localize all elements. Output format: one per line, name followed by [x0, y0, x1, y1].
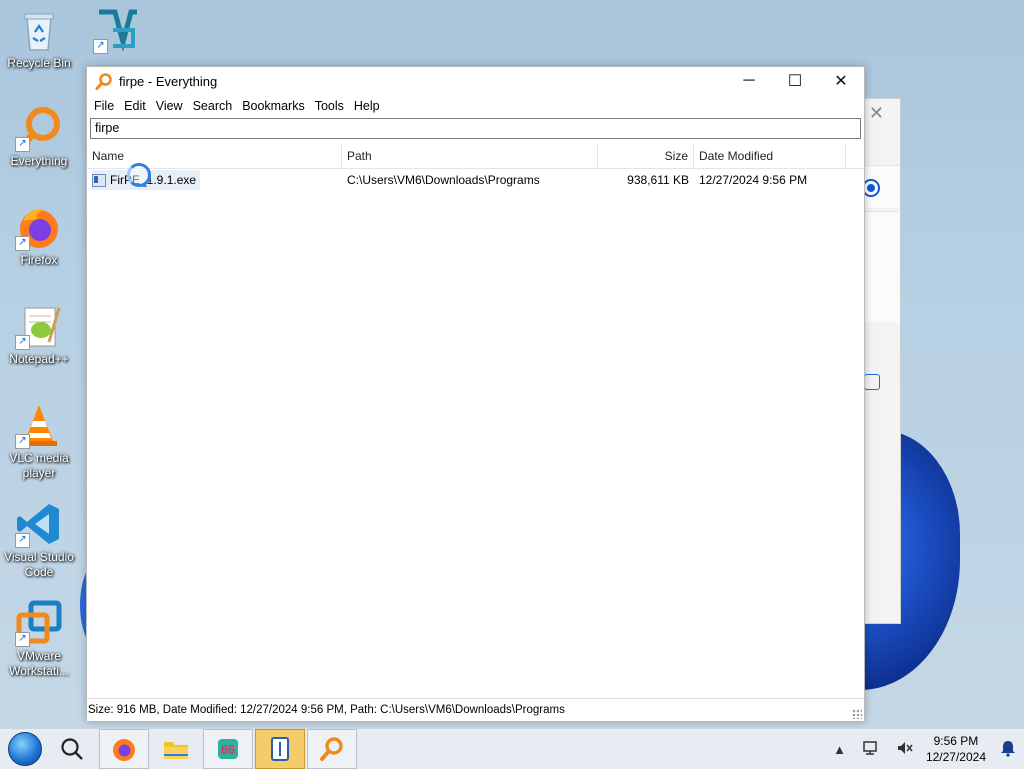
column-header-name[interactable]: Name [87, 144, 342, 168]
svg-text:86: 86 [221, 742, 235, 757]
expand-icon[interactable] [864, 374, 880, 390]
start-button[interactable] [5, 729, 45, 769]
menu-file[interactable]: File [89, 99, 119, 113]
search-icon [61, 738, 83, 760]
app-icon: 86 [218, 739, 238, 759]
taskbar-file-explorer[interactable] [151, 729, 201, 769]
firefox-icon: ↗ [15, 203, 63, 251]
desktop-icon-vmware[interactable]: ↗ VMware Workstati... [0, 599, 78, 679]
busy-cursor-icon [127, 163, 151, 187]
clock-time: 9:56 PM [933, 734, 979, 748]
menu-view[interactable]: View [151, 99, 188, 113]
desktop-icon-firefox[interactable]: ↗ Firefox [0, 203, 78, 268]
column-header-size[interactable]: Size [598, 144, 694, 168]
close-button[interactable]: ✕ [818, 67, 864, 95]
shortcut-arrow-icon: ↗ [15, 335, 30, 350]
window-title: firpe - Everything [119, 73, 218, 89]
volume-muted-icon[interactable] [896, 740, 914, 759]
menu-edit[interactable]: Edit [119, 99, 151, 113]
everything-window: firpe - Everything ─ ☐ ✕ File Edit View … [86, 66, 865, 722]
greenshot-icon: ↗ [93, 6, 141, 54]
network-icon[interactable] [862, 740, 880, 759]
status-text: Size: 916 MB, Date Modified: 12/27/2024 … [88, 704, 565, 716]
result-path: C:\Users\VM6\Downloads\Programs [347, 173, 540, 187]
system-tray: ▲ 9:56 PM 12/27/2024 [825, 729, 1024, 769]
resize-grip-icon[interactable] [852, 709, 862, 719]
result-name-cell: FirPE_1.9.1.exe [87, 170, 342, 190]
taskbar-firefox[interactable] [99, 729, 149, 769]
taskbar-everything[interactable] [307, 729, 357, 769]
result-size: 938,611 KB [627, 173, 689, 187]
column-header-path[interactable]: Path [342, 144, 598, 168]
clock[interactable]: 9:56 PM 12/27/2024 [926, 733, 986, 765]
desktop-icon-label: Visual Studio Code [4, 550, 74, 579]
desktop-icon-greenshot[interactable]: ↗ [78, 6, 156, 56]
everything-icon: ↗ [15, 104, 63, 152]
vlc-cone-icon: ↗ [15, 401, 63, 449]
minimize-button[interactable]: ─ [726, 67, 772, 95]
taskbar-notes[interactable] [255, 729, 305, 769]
shortcut-arrow-icon: ↗ [15, 434, 30, 449]
desktop-icon-label: Everything [10, 154, 68, 168]
desktop-icon-vscode[interactable]: ↗ Visual Studio Code [0, 500, 78, 580]
desktop-icon-vlc[interactable]: ↗ VLC media player [0, 401, 78, 481]
everything-icon [320, 737, 343, 761]
taskbar-search-button[interactable] [47, 729, 97, 769]
shortcut-arrow-icon: ↗ [15, 632, 30, 647]
settings-panel [861, 211, 899, 322]
column-header-date-modified[interactable]: Date Modified [694, 144, 846, 168]
menu-bar: File Edit View Search Bookmarks Tools He… [87, 95, 864, 117]
taskbar-app[interactable]: 86 [203, 729, 253, 769]
vscode-icon: ↗ [15, 500, 63, 548]
everything-app-icon [95, 73, 112, 90]
vmware-icon: ↗ [15, 599, 63, 647]
shortcut-arrow-icon: ↗ [93, 39, 108, 54]
file-explorer-icon [164, 742, 188, 759]
notepadpp-icon: ↗ [15, 302, 63, 350]
notifications-bell-icon[interactable] [1000, 739, 1016, 760]
menu-search[interactable]: Search [188, 99, 238, 113]
status-bar: Size: 916 MB, Date Modified: 12/27/2024 … [87, 698, 864, 721]
shortcut-arrow-icon: ↗ [15, 236, 30, 251]
desktop-icon-label: VMware Workstati... [9, 649, 69, 678]
menu-help[interactable]: Help [349, 99, 385, 113]
search-input[interactable]: firpe [90, 118, 861, 139]
result-date-modified: 12/27/2024 9:56 PM [699, 173, 808, 187]
result-name: FirPE_1.9.1.exe [110, 173, 197, 187]
menu-tools[interactable]: Tools [310, 99, 349, 113]
windows-orb-icon [8, 732, 42, 766]
close-icon[interactable]: ✕ [869, 103, 884, 124]
firefox-icon [113, 739, 135, 761]
desktop-icon-label: Notepad++ [9, 352, 69, 366]
exe-file-icon [92, 173, 106, 187]
notes-icon [271, 737, 289, 761]
clock-date: 12/27/2024 [925, 750, 986, 764]
desktop-icon-label: Recycle Bin [7, 56, 71, 70]
desktop-icon-recycle-bin[interactable]: Recycle Bin [0, 6, 78, 71]
desktop-icon-everything[interactable]: ↗ Everything [0, 104, 78, 169]
title-bar[interactable]: firpe - Everything ─ ☐ ✕ [87, 67, 864, 95]
shortcut-arrow-icon: ↗ [15, 533, 30, 548]
show-hidden-icons-icon[interactable]: ▲ [833, 742, 846, 757]
desktop-icon-notepadpp[interactable]: ↗ Notepad++ [0, 302, 78, 367]
shortcut-arrow-icon: ↗ [15, 137, 30, 152]
taskbar: 86 ▲ 9:56 PM 12/27/2024 [0, 728, 1024, 769]
table-row[interactable]: FirPE_1.9.1.exe C:\Users\VM6\Downloads\P… [87, 170, 864, 190]
menu-bookmarks[interactable]: Bookmarks [237, 99, 310, 113]
maximize-button[interactable]: ☐ [772, 67, 818, 95]
desktop-icon-label: VLC media player [9, 451, 69, 480]
results-header: Name Path Size Date Modified [87, 144, 864, 169]
recycle-bin-icon [15, 6, 63, 54]
desktop-icon-label: Firefox [20, 253, 58, 267]
